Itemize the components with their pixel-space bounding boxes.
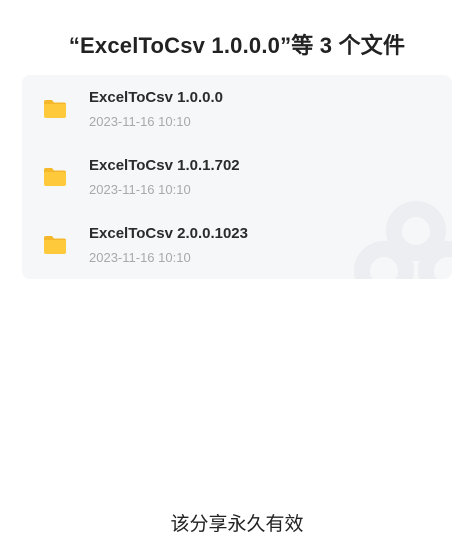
folder-icon	[44, 168, 66, 186]
file-list: ExcelToCsv 1.0.0.0 2023-11-16 10:10 Exce…	[22, 75, 452, 279]
file-time: 2023-11-16 10:10	[89, 182, 191, 197]
file-name: ExcelToCsv 1.0.1.702	[89, 157, 240, 174]
file-time: 2023-11-16 10:10	[89, 250, 191, 265]
file-time: 2023-11-16 10:10	[89, 114, 191, 129]
folder-icon	[44, 236, 66, 254]
folder-icon	[44, 100, 66, 118]
list-item[interactable]: ExcelToCsv 1.0.0.0 2023-11-16 10:10	[22, 75, 452, 143]
page-title: “ExcelToCsv 1.0.0.0”等 3 个文件	[68, 33, 406, 58]
share-page: “ExcelToCsv 1.0.0.0”等 3 个文件 ExcelToCsv 1…	[0, 0, 474, 555]
file-name: ExcelToCsv 2.0.0.1023	[89, 225, 248, 242]
share-validity-text: 该分享永久有效	[170, 514, 304, 535]
file-name: ExcelToCsv 1.0.0.0	[89, 89, 223, 106]
list-item[interactable]: ExcelToCsv 2.0.0.1023 2023-11-16 10:10	[22, 211, 452, 279]
list-item[interactable]: ExcelToCsv 1.0.1.702 2023-11-16 10:10	[22, 143, 452, 211]
